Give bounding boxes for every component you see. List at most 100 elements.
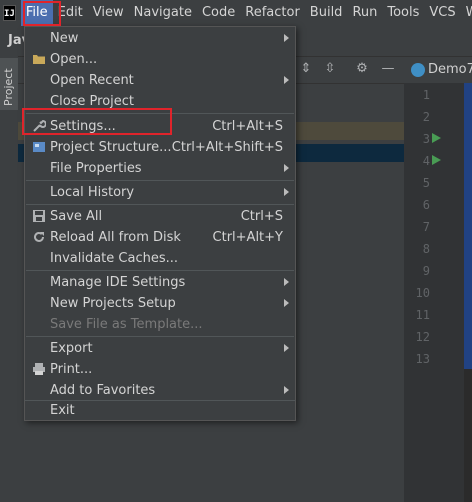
expand-all-icon[interactable]: ⇕ (298, 61, 314, 77)
menu-window[interactable]: W (461, 0, 472, 26)
file-menu-print[interactable]: Print... (25, 359, 295, 380)
menu-edit[interactable]: Edit (53, 0, 88, 26)
file-menu-invalidate-caches[interactable]: Invalidate Caches... (25, 248, 295, 269)
menu-file[interactable]: File (20, 0, 53, 26)
file-menu-file-properties-label: File Properties (50, 161, 142, 176)
file-menu-save-all[interactable]: Save All Ctrl+S (25, 206, 295, 227)
menu-run[interactable]: Run (347, 0, 382, 26)
file-menu-project-structure[interactable]: Project Structure... Ctrl+Alt+Shift+S (25, 137, 295, 158)
line-number: 13 (415, 352, 430, 366)
line-number: 7 (422, 220, 430, 234)
file-menu-open-label: Open... (50, 52, 98, 67)
submenu-arrow-icon (284, 76, 289, 84)
menu-bar: IJ File Edit View Navigate Code Refactor… (0, 0, 472, 26)
file-menu-local-history[interactable]: Local History (25, 182, 295, 203)
collapse-all-icon[interactable]: ⇳ (322, 61, 338, 77)
menu-refactor[interactable]: Refactor (240, 0, 305, 26)
menu-edit-label: Edit (57, 5, 83, 20)
file-menu-close-project[interactable]: Close Project (25, 91, 295, 112)
hide-panel-icon[interactable]: — (380, 61, 396, 77)
project-structure-shortcut: Ctrl+Alt+Shift+S (171, 140, 283, 155)
menu-code-label: Code (201, 5, 236, 20)
line-number: 5 (422, 176, 430, 190)
file-menu-exit[interactable]: Exit (24, 400, 296, 421)
line-number: 12 (415, 330, 430, 344)
project-structure-icon (33, 142, 45, 152)
menu-separator (26, 113, 294, 114)
menu-separator (26, 180, 294, 181)
wrench-icon (33, 119, 46, 132)
file-menu-export-label: Export (50, 341, 93, 356)
reload-shortcut: Ctrl+Alt+Y (212, 230, 283, 245)
menu-build[interactable]: Build (305, 0, 348, 26)
file-menu-settings-label: Settings... (50, 119, 116, 134)
code-area[interactable] (464, 83, 472, 369)
line-number: 1 (422, 88, 430, 102)
printer-icon (33, 363, 45, 375)
menu-separator (26, 204, 294, 205)
file-menu-reload-label: Reload All from Disk (50, 230, 181, 245)
file-menu-new-label: New (50, 31, 79, 46)
file-menu-open-recent-label: Open Recent (50, 73, 134, 88)
menu-vcs-label: VCS (429, 5, 456, 20)
submenu-arrow-icon (284, 278, 289, 286)
line-number: 10 (415, 286, 430, 300)
submenu-arrow-icon (284, 299, 289, 307)
settings-shortcut: Ctrl+Alt+S (212, 119, 283, 134)
file-menu-open-recent[interactable]: Open Recent (25, 70, 295, 91)
menu-navigate[interactable]: Navigate (129, 0, 197, 26)
file-menu-invalidate-caches-label: Invalidate Caches... (50, 251, 179, 266)
file-menu-new[interactable]: New (25, 28, 295, 49)
menu-tools-label: Tools (387, 5, 420, 20)
menu-view[interactable]: View (88, 0, 129, 26)
line-number: 2 (422, 110, 430, 124)
file-menu-save-all-label: Save All (50, 209, 103, 224)
submenu-arrow-icon (284, 386, 289, 394)
line-number: 4 (422, 154, 430, 168)
menu-separator (26, 336, 294, 337)
run-method-icon[interactable] (432, 155, 441, 165)
gear-icon[interactable]: ⚙ (354, 61, 370, 77)
submenu-arrow-icon (284, 34, 289, 42)
file-menu-project-structure-label: Project Structure... (50, 140, 172, 155)
menu-build-label: Build (309, 5, 343, 20)
file-menu-export[interactable]: Export (25, 338, 295, 359)
file-menu-open[interactable]: Open... (25, 49, 295, 70)
line-number: 8 (422, 242, 430, 256)
menu-navigate-label: Navigate (133, 5, 192, 20)
menu-separator (26, 270, 294, 271)
file-menu-print-label: Print... (50, 362, 93, 377)
file-menu-settings[interactable]: Settings... Ctrl+Alt+S (25, 116, 295, 137)
submenu-arrow-icon (284, 188, 289, 196)
file-menu-close-project-label: Close Project (50, 94, 135, 109)
submenu-arrow-icon (284, 344, 289, 352)
line-number: 11 (415, 308, 430, 322)
menu-vcs[interactable]: VCS (424, 0, 460, 26)
file-menu-exit-label: Exit (50, 403, 75, 418)
file-menu-manage-ide-settings-label: Manage IDE Settings (50, 275, 186, 290)
file-menu-file-properties[interactable]: File Properties (25, 158, 295, 179)
file-menu-add-to-favorites-label: Add to Favorites (50, 383, 156, 398)
reload-icon (34, 231, 44, 242)
submenu-arrow-icon (284, 164, 289, 172)
file-menu-dropdown: New Open... Open Recent Close Project Se… (24, 26, 296, 422)
menu-run-label: Run (352, 5, 378, 20)
menu-window-label: W (466, 5, 472, 20)
editor-tab-demo7[interactable]: Demo7 (406, 58, 472, 82)
file-menu-save-as-template-label: Save File as Template... (50, 317, 203, 332)
menu-code[interactable]: Code (197, 0, 240, 26)
line-number: 6 (422, 198, 430, 212)
intellij-logo-icon: IJ (3, 5, 16, 21)
menu-tools[interactable]: Tools (382, 0, 424, 26)
file-menu-add-to-favorites[interactable]: Add to Favorites (25, 380, 295, 401)
run-class-icon[interactable] (432, 133, 441, 143)
menu-refactor-label: Refactor (245, 5, 300, 20)
file-menu-manage-ide-settings[interactable]: Manage IDE Settings (25, 272, 295, 293)
file-menu-local-history-label: Local History (50, 185, 135, 200)
menu-file-label: File (25, 5, 48, 20)
save-icon (33, 210, 45, 222)
file-menu-reload[interactable]: Reload All from Disk Ctrl+Alt+Y (25, 227, 295, 248)
line-number: 9 (422, 264, 430, 278)
file-menu-new-projects-setup[interactable]: New Projects Setup (25, 293, 295, 314)
save-all-shortcut: Ctrl+S (240, 209, 283, 224)
